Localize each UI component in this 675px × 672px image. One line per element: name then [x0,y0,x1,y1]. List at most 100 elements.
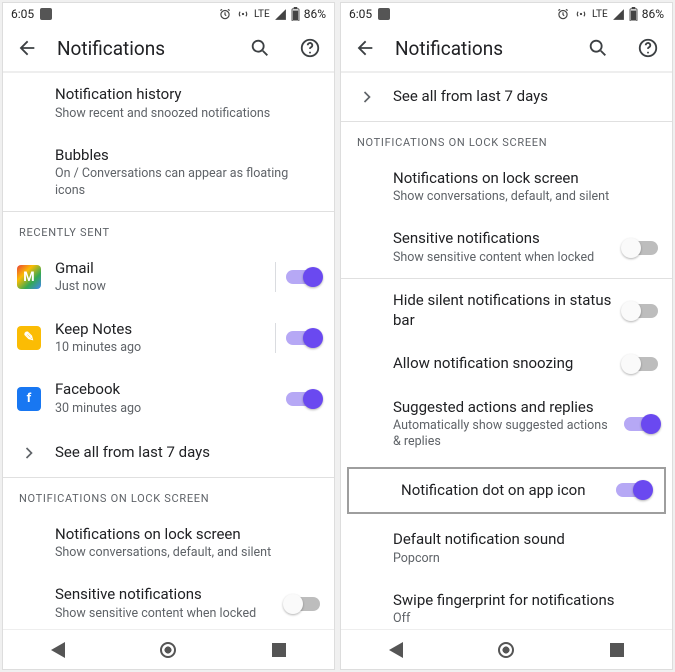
back-icon[interactable] [353,36,377,60]
search-icon[interactable] [248,36,272,60]
swipe-fingerprint-row[interactable]: Swipe fingerprint for notifications Off [341,579,672,629]
row-sub: Show recent and snoozed notifications [55,106,318,122]
row-title: Notifications on lock screen [393,169,656,189]
toggle-snooze[interactable] [624,357,658,371]
toggle-facebook[interactable] [286,392,320,406]
row-title: Notification history [55,85,318,105]
lock-notifications-row[interactable]: Notifications on lock screen Show conver… [3,513,334,574]
sensitive-notifications-row[interactable]: Sensitive notifications Show sensitive c… [3,573,334,629]
phone-left: 6:05 LTE 86% Notifications [2,2,335,670]
help-icon[interactable] [636,36,660,60]
row-sub: Popcorn [393,551,656,567]
signal-icon [612,8,625,21]
see-all-label: See all from last 7 days [393,87,656,107]
signal-icon [274,8,287,21]
row-sub: Show sensitive content when locked [55,606,318,622]
see-all-label: See all from last 7 days [55,443,318,463]
app-name: Keep Notes [55,320,318,340]
see-all-row[interactable]: See all from last 7 days [341,73,672,121]
toggle-sensitive[interactable] [286,597,320,611]
keep-icon: ✎ [17,326,41,350]
suggested-row[interactable]: Suggested actions and replies Automatica… [341,386,672,463]
back-icon[interactable] [15,36,39,60]
settings-content: See all from last 7 days Notifications o… [341,73,672,629]
see-all-row[interactable]: See all from last 7 days [3,429,334,477]
page-title: Notifications [57,37,230,60]
toggle-dot[interactable] [616,483,650,497]
row-title: Sensitive notifications [55,585,318,605]
toggle-gmail[interactable] [286,270,320,284]
app-row-keep[interactable]: ✎ Keep Notes 10 minutes ago [3,308,334,369]
nav-bar [341,629,672,669]
alarm-icon [556,7,570,21]
sensitive-notifications-row[interactable]: Sensitive notifications Show sensitive c… [341,217,672,278]
app-row-facebook[interactable]: f Facebook 30 minutes ago [3,368,334,429]
status-bar: 6:05 LTE 86% [341,3,672,25]
row-title: Bubbles [55,146,318,166]
status-time: 6:05 [11,7,34,21]
settings-content: Notification history Show recent and sno… [3,73,334,629]
section-lock-screen: Notifications on lock screen [3,478,334,513]
notif-icon [378,8,390,20]
notification-dot-highlight: Notification dot on app icon [347,467,666,515]
app-time: Just now [55,279,318,295]
gmail-icon: M [17,265,41,289]
chevron-right-icon [355,85,379,109]
battery-icon [291,7,300,21]
default-sound-row[interactable]: Default notification sound Popcorn [341,518,672,579]
notification-dot-row[interactable]: Notification dot on app icon [349,469,664,513]
section-recently-sent: Recently sent [3,212,334,247]
row-sub: Off [393,611,656,627]
row-title: Allow notification snoozing [393,354,656,374]
battery-pct: 86% [304,7,326,21]
nav-recent-icon[interactable] [272,643,286,657]
row-title: Notification dot on app icon [401,481,648,501]
battery-icon [629,7,638,21]
status-bar: 6:05 LTE 86% [3,3,334,25]
hotspot-icon [574,7,588,21]
app-bar: Notifications [341,25,672,71]
app-row-gmail[interactable]: M Gmail Just now [3,247,334,308]
chevron-right-icon [17,441,41,465]
search-icon[interactable] [586,36,610,60]
toggle-keep[interactable] [286,331,320,345]
snooze-row[interactable]: Allow notification snoozing [341,342,672,386]
row-title: Hide silent notifications in status bar [393,291,612,330]
hotspot-icon [236,7,250,21]
row-title: Swipe fingerprint for notifications [393,591,656,611]
nav-back-icon[interactable] [389,642,403,658]
bubbles-row[interactable]: Bubbles On / Conversations can appear as… [3,134,334,211]
alarm-icon [218,7,232,21]
row-sub: Automatically show suggested actions & r… [393,418,612,451]
nav-home-icon[interactable] [498,642,514,658]
row-sub: Show conversations, default, and silent [393,189,656,205]
network-label: LTE [254,9,270,20]
page-title: Notifications [395,37,568,60]
row-title: Notifications on lock screen [55,525,318,545]
row-title: Suggested actions and replies [393,398,612,418]
network-label: LTE [592,9,608,20]
row-sub: Show conversations, default, and silent [55,545,318,561]
phone-right: 6:05 LTE 86% Notifications [340,2,673,670]
status-time: 6:05 [349,7,372,21]
row-title: Default notification sound [393,530,656,550]
section-lock-screen: Notifications on lock screen [341,122,672,157]
notification-history-row[interactable]: Notification history Show recent and sno… [3,73,334,134]
facebook-icon: f [17,387,41,411]
row-title: Sensitive notifications [393,229,656,249]
app-time: 30 minutes ago [55,401,318,417]
lock-notifications-row[interactable]: Notifications on lock screen Show conver… [341,157,672,218]
hide-silent-row[interactable]: Hide silent notifications in status bar [341,279,672,342]
toggle-suggested[interactable] [624,417,658,431]
toggle-sensitive[interactable] [624,241,658,255]
row-sub: On / Conversations can appear as floatin… [55,166,318,199]
nav-back-icon[interactable] [51,642,65,658]
nav-recent-icon[interactable] [610,643,624,657]
row-sub: Show sensitive content when locked [393,250,656,266]
toggle-hide-silent[interactable] [624,304,658,318]
notif-icon [40,8,52,20]
nav-home-icon[interactable] [160,642,176,658]
app-time: 10 minutes ago [55,340,318,356]
help-icon[interactable] [298,36,322,60]
app-name: Facebook [55,380,318,400]
